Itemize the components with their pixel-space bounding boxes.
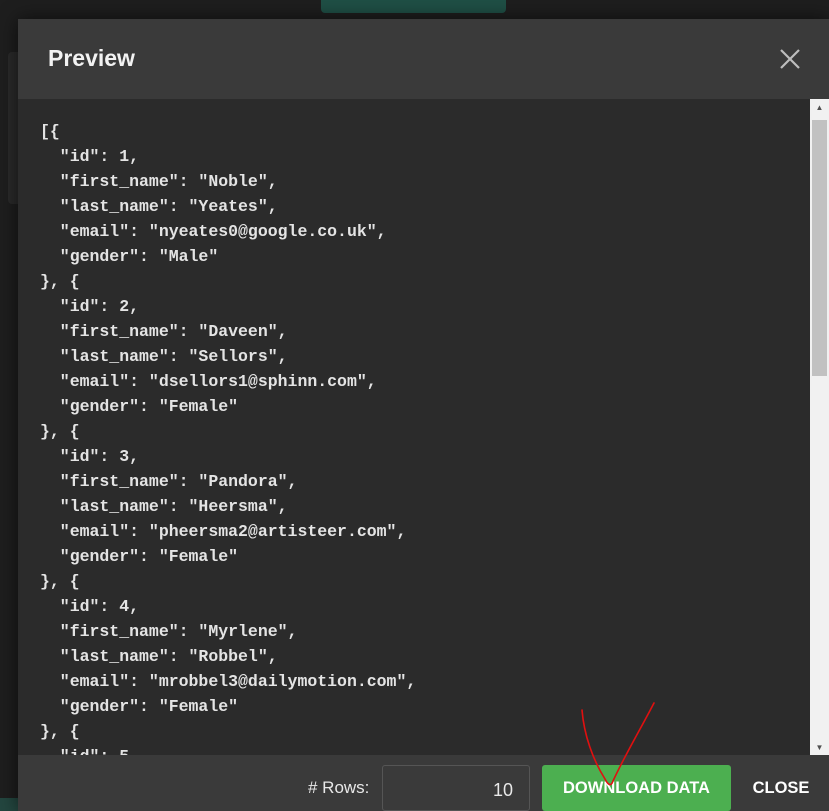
json-preview-text: [{ "id": 1, "first_name": "Noble", "last… <box>40 119 416 755</box>
json-preview-line: }, { <box>40 272 80 291</box>
rows-label: # Rows: <box>308 778 370 797</box>
json-preview-line: "first_name": "Noble", <box>40 172 278 191</box>
json-preview-line: "last_name": "Robbel", <box>40 647 278 666</box>
json-preview-line: }, { <box>40 572 80 591</box>
json-preview-line: "gender": "Female" <box>40 547 239 566</box>
json-preview-area[interactable]: [{ "id": 1, "first_name": "Noble", "last… <box>18 99 810 755</box>
scrollbar-thumb[interactable] <box>812 120 827 376</box>
dialog-title: Preview <box>48 45 135 71</box>
json-preview-line: "email": "dsellors1@sphinn.com", <box>40 372 377 391</box>
rows-input[interactable]: 10 <box>382 765 530 811</box>
scroll-up-arrow-icon[interactable]: ▲ <box>810 99 829 115</box>
json-preview-line: "first_name": "Daveen", <box>40 322 288 341</box>
close-icon[interactable] <box>778 47 802 71</box>
json-preview-line: "id": 1, <box>40 147 140 166</box>
json-preview-line: "first_name": "Myrlene", <box>40 622 298 641</box>
json-preview-line: "last_name": "Heersma", <box>40 497 288 516</box>
dialog-header: Preview <box>18 19 829 99</box>
json-preview-line: "id": 3, <box>40 447 140 466</box>
json-preview-line: "id": 5, <box>40 747 139 755</box>
vertical-scrollbar[interactable]: ▲ ▼ <box>810 99 829 755</box>
json-preview-line: "first_name": "Pandora", <box>40 472 298 491</box>
json-preview-line: "email": "mrobbel3@dailymotion.com", <box>40 672 417 691</box>
scroll-down-arrow-icon[interactable]: ▼ <box>810 739 829 755</box>
download-data-button[interactable]: DOWNLOAD DATA <box>542 765 731 811</box>
preview-dialog: Preview [{ "id": 1, "first_name": "Noble… <box>18 19 829 811</box>
dialog-footer: # Rows: 10 DOWNLOAD DATA CLOSE <box>18 755 829 811</box>
json-preview-line: "last_name": "Sellors", <box>40 347 288 366</box>
background-button <box>321 0 506 13</box>
json-preview-line: }, { <box>40 422 80 441</box>
json-preview-line: "email": "nyeates0@google.co.uk", <box>40 222 387 241</box>
json-preview-line: "id": 2, <box>40 297 140 316</box>
json-preview-line: }, { <box>40 722 80 741</box>
json-preview-line: "id": 4, <box>40 597 140 616</box>
json-preview-line: [{ <box>40 122 60 141</box>
json-preview-line: "email": "pheersma2@artisteer.com", <box>40 522 407 541</box>
close-button[interactable]: CLOSE <box>742 765 820 811</box>
json-preview-line: "last_name": "Yeates", <box>40 197 278 216</box>
json-preview-line: "gender": "Male" <box>40 247 219 266</box>
close-icon-graphic <box>780 49 800 69</box>
json-preview-line: "gender": "Female" <box>40 397 239 416</box>
json-preview-line: "gender": "Female" <box>40 697 239 716</box>
